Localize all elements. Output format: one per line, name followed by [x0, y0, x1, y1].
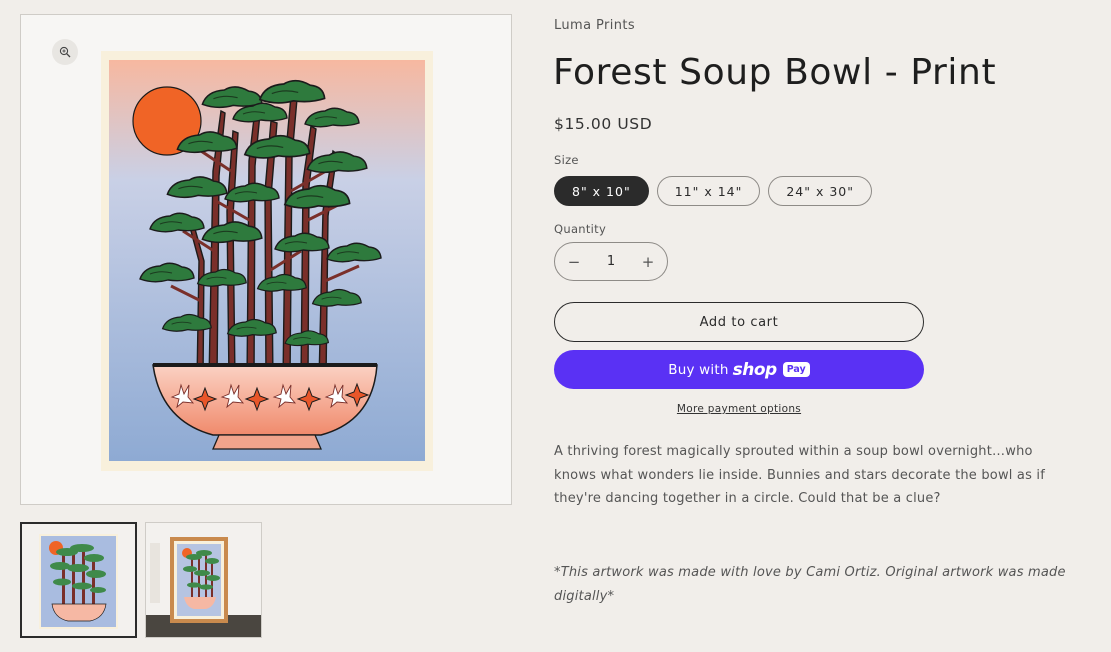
- minus-icon[interactable]: −: [567, 254, 581, 269]
- more-payment-options-link[interactable]: More payment options: [554, 403, 924, 415]
- zoom-button[interactable]: [52, 39, 78, 65]
- shop-logo-text: shop: [732, 359, 778, 380]
- magnify-plus-icon: [59, 46, 71, 58]
- product-title: Forest Soup Bowl - Print: [553, 52, 997, 93]
- artist-credit: *This artwork was made with love by Cami…: [554, 565, 1066, 604]
- size-options: 8" x 10" 11" x 14" 24" x 30": [554, 176, 873, 206]
- product-price: $15.00 USD: [554, 115, 653, 133]
- size-option-24x30[interactable]: 24" x 30": [768, 176, 873, 206]
- thumbnail-print-front[interactable]: [20, 522, 137, 638]
- thumbnail-framed-photo: [146, 523, 261, 637]
- thumbnail-artwork: [22, 524, 135, 636]
- product-description: A thriving forest magically sprouted wit…: [554, 444, 1045, 506]
- pay-badge: Pay: [782, 362, 810, 377]
- size-label: Size: [554, 153, 579, 167]
- buy-with-shop-pay-button[interactable]: Buy with shop Pay: [554, 350, 924, 389]
- vendor-name: Luma Prints: [554, 18, 636, 33]
- quantity-stepper: − +: [554, 242, 668, 281]
- product-main-image[interactable]: [20, 14, 512, 505]
- add-to-cart-button[interactable]: Add to cart: [554, 302, 924, 342]
- size-option-8x10[interactable]: 8" x 10": [554, 176, 649, 206]
- quantity-label: Quantity: [554, 222, 607, 236]
- buy-with-label: Buy with: [668, 361, 729, 378]
- thumbnail-print-framed[interactable]: [145, 522, 262, 638]
- plus-icon[interactable]: +: [641, 254, 655, 269]
- size-option-11x14[interactable]: 11" x 14": [656, 176, 761, 206]
- forest-soup-bowl-artwork: [101, 51, 433, 471]
- quantity-input[interactable]: [591, 254, 631, 269]
